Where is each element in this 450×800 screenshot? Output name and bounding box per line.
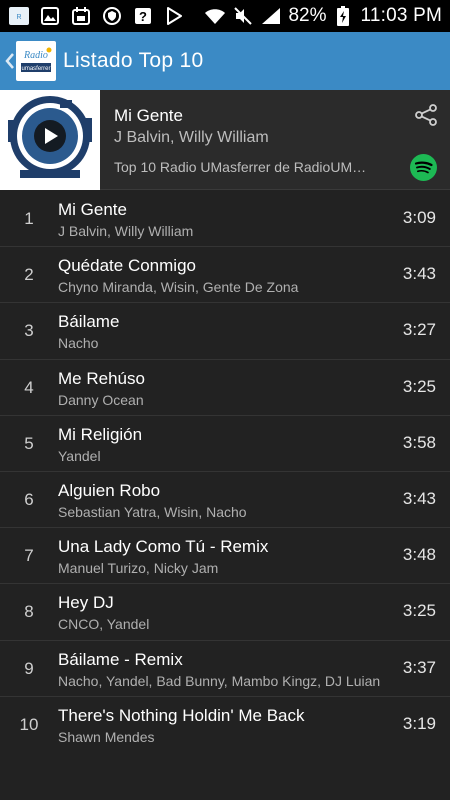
wifi-icon — [204, 6, 226, 26]
track-duration: 3:58 — [402, 432, 436, 452]
back-chevron-icon[interactable] — [2, 53, 16, 69]
signal-icon — [260, 6, 282, 26]
track-list: 1 Mi Gente J Balvin, Willy William 3:09 … — [0, 191, 450, 753]
track-number: 5 — [24, 433, 34, 453]
track-artist: Yandel — [58, 447, 101, 464]
svg-text:Radio: Radio — [23, 50, 48, 61]
now-playing-header: Mi Gente J Balvin, Willy William Top 10 … — [0, 90, 450, 190]
track-number: 4 — [24, 377, 34, 397]
track-row[interactable]: 7 Una Lady Como Tú - Remix Manuel Turizo… — [0, 528, 450, 585]
track-duration: 3:48 — [402, 545, 436, 565]
track-duration: 3:37 — [402, 657, 436, 677]
track-number: 3 — [24, 321, 34, 341]
help-icon: ? — [132, 6, 154, 26]
track-duration: 3:19 — [402, 713, 436, 733]
track-artist: Shawn Mendes — [58, 728, 155, 745]
track-duration: 3:25 — [402, 601, 436, 621]
track-row[interactable]: 4 Me Rehúso Danny Ocean 3:25 — [0, 360, 450, 416]
track-title: Una Lady Como Tú - Remix — [58, 537, 269, 557]
svg-text:R: R — [16, 14, 21, 21]
track-title: Me Rehúso — [58, 368, 145, 388]
track-row[interactable]: 5 Mi Religión Yandel 3:58 — [0, 416, 450, 472]
track-artist: J Balvin, Willy William — [58, 223, 194, 239]
battery-icon — [332, 6, 354, 26]
now-playing-title: Mi Gente — [114, 106, 183, 125]
track-artist: CNCO, Yandel — [58, 616, 150, 633]
app-notification-icon: R — [8, 6, 30, 26]
clock: 11:03 PM — [360, 5, 442, 26]
track-row[interactable]: 9 Báilame - Remix Nacho, Yandel, Bad Bun… — [0, 641, 450, 697]
track-title: Báilame — [58, 312, 120, 332]
battery-percent: 82% — [288, 5, 327, 26]
track-title: There's Nothing Holdin' Me Back — [58, 705, 305, 725]
track-artist: Sebastian Yatra, Wisin, Nacho — [58, 503, 247, 520]
track-title: Báilame - Remix — [58, 649, 183, 669]
track-row[interactable]: 10 There's Nothing Holdin' Me Back Shawn… — [0, 697, 450, 753]
track-title: Hey DJ — [58, 593, 114, 613]
track-artist: Manuel Turizo, Nicky Jam — [58, 560, 219, 577]
track-title: Alguien Robo — [58, 480, 161, 500]
track-duration: 3:27 — [402, 320, 436, 340]
track-number: 10 — [19, 714, 39, 734]
track-title: Quédate Conmigo — [58, 256, 196, 276]
svg-text:?: ? — [139, 9, 147, 24]
track-row[interactable]: 3 Báilame Nacho 3:27 — [0, 303, 450, 360]
play-store-icon — [163, 6, 185, 26]
track-title: Mi Gente — [58, 200, 127, 219]
spotify-icon[interactable] — [410, 154, 437, 181]
app-bar: Radio umasferrer Listado Top 10 — [0, 32, 450, 90]
track-duration: 3:43 — [402, 488, 436, 508]
track-duration: 3:25 — [402, 376, 436, 396]
shield-icon — [101, 6, 123, 26]
track-number: 8 — [24, 602, 34, 622]
track-duration: 3:43 — [402, 264, 436, 284]
notification-icons: R ? — [8, 6, 185, 26]
track-duration: 3:09 — [402, 208, 436, 227]
app-logo[interactable]: Radio umasferrer — [16, 41, 56, 81]
track-number: 1 — [24, 209, 34, 228]
page-title: Listado Top 10 — [63, 49, 204, 72]
track-row[interactable]: 6 Alguien Robo Sebastian Yatra, Wisin, N… — [0, 472, 450, 529]
album-art[interactable] — [0, 90, 100, 190]
share-icon[interactable] — [414, 103, 438, 127]
track-artist: Danny Ocean — [58, 391, 144, 408]
track-row[interactable]: 2 Quédate Conmigo Chyno Miranda, Wisin, … — [0, 247, 450, 304]
track-title: Mi Religión — [58, 424, 143, 444]
image-icon — [39, 6, 61, 26]
track-number: 6 — [24, 489, 34, 509]
svg-text:umasferrer: umasferrer — [21, 66, 50, 72]
track-row[interactable]: 8 Hey DJ CNCO, Yandel 3:25 — [0, 584, 450, 641]
track-number: 9 — [24, 658, 34, 678]
track-artist: Chyno Miranda, Wisin, Gente De Zona — [58, 279, 299, 296]
now-playing-artist: J Balvin, Willy William — [114, 129, 269, 146]
now-playing-playlist: Top 10 Radio UMasferrer de RadioUMasferr… — [114, 159, 370, 175]
track-row[interactable]: 1 Mi Gente J Balvin, Willy William 3:09 — [0, 191, 450, 248]
track-artist: Nacho, Yandel, Bad Bunny, Mambo Kingz, D… — [58, 672, 381, 689]
status-bar: R ? 82% 11:03 PM — [0, 0, 450, 32]
system-status: 82% 11:03 PM — [204, 5, 442, 27]
calendar-icon — [70, 6, 92, 26]
track-artist: Nacho — [58, 335, 99, 352]
track-number: 7 — [24, 546, 34, 566]
track-number: 2 — [24, 265, 34, 285]
mute-icon — [232, 6, 254, 26]
